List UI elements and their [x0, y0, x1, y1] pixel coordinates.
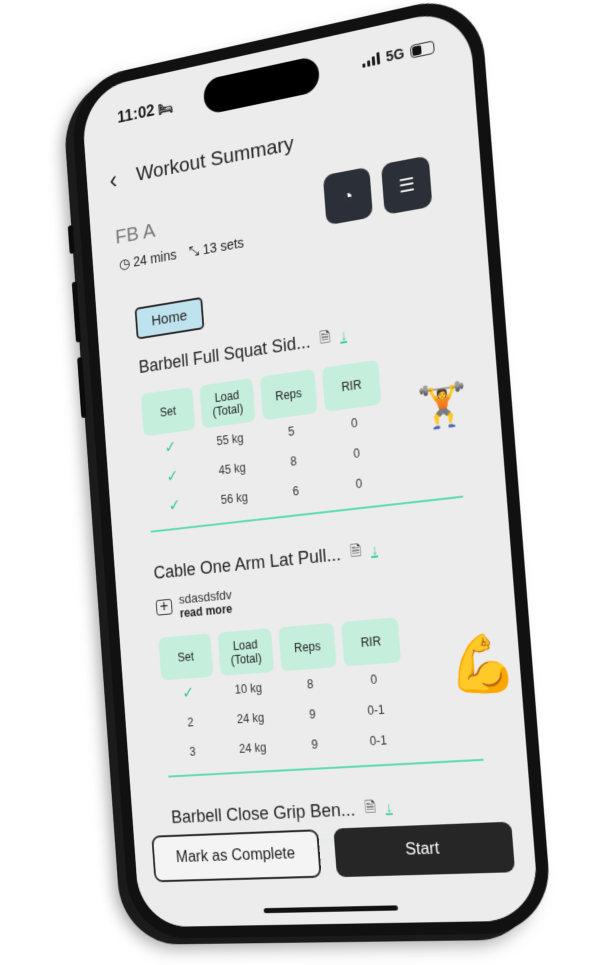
col-load: Load (Total): [217, 628, 275, 676]
set-number[interactable]: 3: [166, 735, 220, 767]
col-set: Set: [140, 386, 196, 437]
screen: 11:02 🛏 5G ‹ Workout Summary FB A ◷ 24 min…: [80, 5, 540, 928]
action-button: [67, 224, 75, 255]
video-file-icon[interactable]: 🗎: [319, 326, 332, 352]
cell-rir: 0: [369, 672, 378, 688]
col-reps: Reps: [259, 368, 318, 421]
cell-rir: 0-1: [366, 702, 386, 718]
set-count: ⤡ 13 sets: [188, 234, 244, 260]
system-indicators: 5G: [362, 38, 435, 70]
exercise-card: Cable One Arm Lat Pull... 🗎 ↓ + sdasdsfd…: [153, 524, 525, 778]
stage: 11:02 🛏 5G ‹ Workout Summary FB A ◷ 24 min…: [0, 0, 609, 965]
clock-icon: ◷: [118, 254, 131, 273]
chevron-left-icon[interactable]: ‹: [109, 165, 119, 195]
dynamic-island: [202, 55, 321, 116]
check-icon[interactable]: ✓: [161, 677, 215, 710]
cell-reps: 6: [292, 483, 300, 499]
header: ‹ Workout Summary: [109, 131, 295, 195]
add-comment-icon[interactable]: +: [155, 598, 173, 616]
bed-icon: 🛏: [157, 99, 174, 118]
col-set: Set: [158, 633, 214, 681]
expand-arrows-icon: ⤡: [188, 242, 200, 260]
check-icon[interactable]: ✓: [148, 488, 202, 523]
page-title: Workout Summary: [135, 131, 295, 186]
mark-complete-button[interactable]: Mark as Complete: [151, 829, 322, 883]
signal-icon: [362, 51, 381, 68]
settings-button[interactable]: ☰: [380, 155, 433, 216]
gauge-icon: ◔: [341, 184, 354, 207]
cell-rir: 0-1: [369, 733, 388, 749]
note-body: sdasdsfdv read more: [178, 587, 233, 620]
download-icon[interactable]: ↓: [370, 541, 379, 559]
sets-text: 13 sets: [202, 234, 245, 258]
download-icon[interactable]: ↓: [340, 326, 348, 345]
video-file-icon[interactable]: 🗎: [350, 540, 363, 565]
exercise-card: Barbell Full Squat Sid... 🗎 ↓ Set Load (…: [138, 301, 504, 533]
cell-reps: 9: [310, 737, 319, 752]
cell-reps: 8: [306, 677, 314, 692]
cell-load: 24 kg: [238, 740, 267, 756]
duration-text: 24 mins: [132, 246, 178, 270]
cell-load: 10 kg: [234, 680, 263, 697]
sliders-icon: ☰: [397, 173, 416, 197]
timer-button[interactable]: ◔: [322, 166, 374, 226]
lat-pulldown-illustration: 💪: [446, 630, 520, 698]
col-reps: Reps: [278, 622, 337, 672]
col-rir: RIR: [341, 617, 402, 667]
network-label: 5G: [385, 44, 406, 65]
status-time: 11:02 🛏: [117, 97, 174, 128]
volume-up-button: [71, 281, 82, 343]
cell-reps: 9: [308, 707, 317, 722]
cell-load: 56 kg: [220, 490, 249, 507]
status-bar: 11:02 🛏 5G: [81, 6, 473, 149]
workout-name: FB A: [114, 219, 157, 249]
set-number[interactable]: 2: [164, 706, 218, 739]
col-rir: RIR: [321, 359, 382, 412]
cell-load: 24 kg: [236, 710, 265, 727]
exercise-title[interactable]: Cable One Arm Lat Pull...: [153, 543, 342, 583]
col-load: Load (Total): [199, 377, 256, 429]
volume-down-button: [77, 356, 87, 419]
exercise-title[interactable]: Barbell Full Squat Sid...: [138, 331, 311, 378]
time-text: 11:02: [116, 100, 156, 127]
battery-icon: [409, 39, 435, 59]
cell-rir: 0: [355, 476, 363, 492]
duration: ◷ 24 mins: [119, 246, 178, 273]
location-tag[interactable]: Home: [134, 296, 205, 340]
start-button[interactable]: Start: [333, 821, 516, 878]
phone-frame: 11:02 🛏 5G ‹ Workout Summary FB A ◷ 24 min…: [67, 0, 554, 940]
squat-illustration: 🏋: [416, 380, 470, 433]
